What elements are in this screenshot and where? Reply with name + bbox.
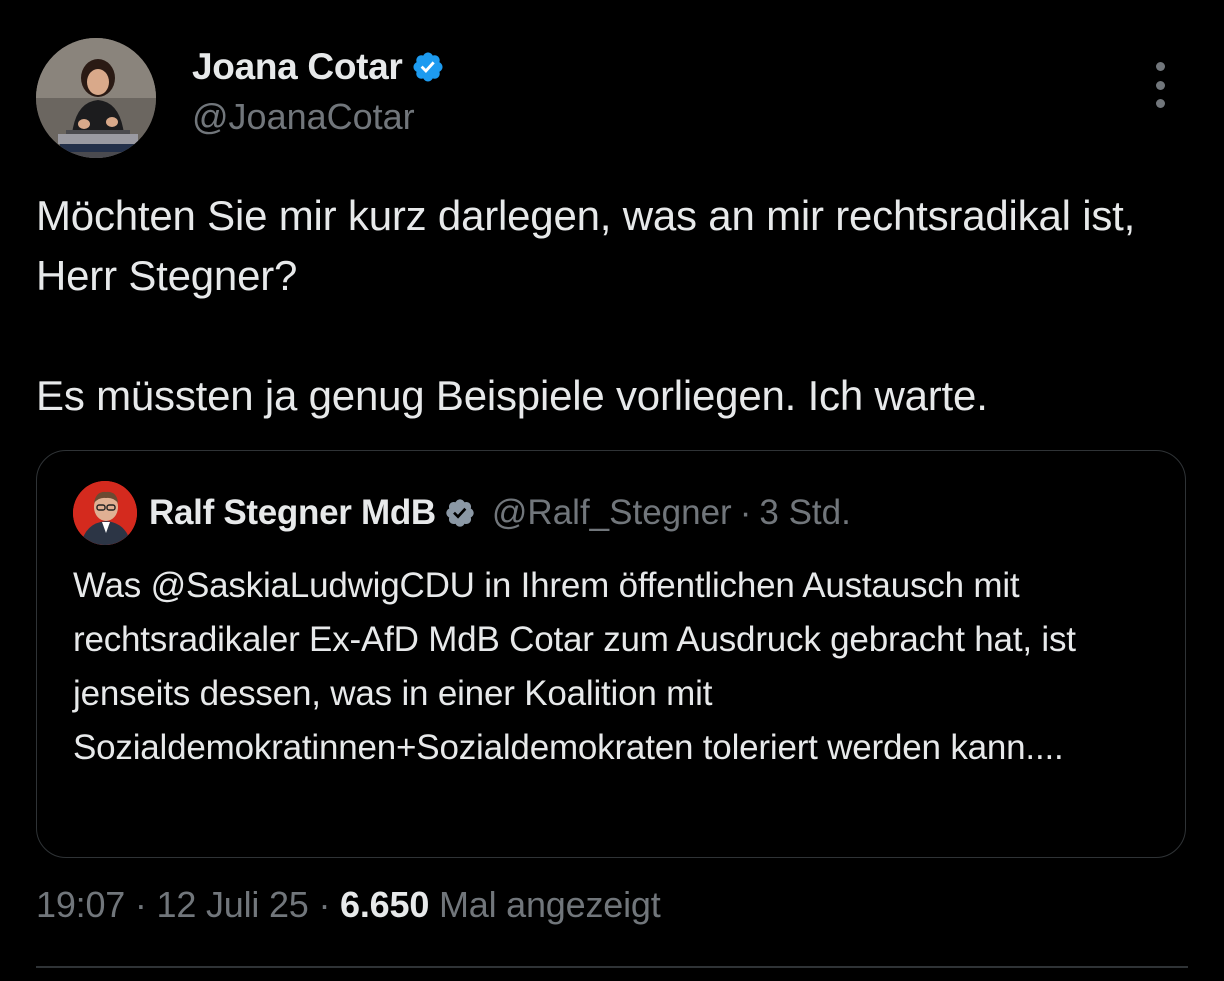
quoted-tweet-time[interactable]: 3 Std. [759, 493, 850, 533]
quoted-author-avatar[interactable] [73, 481, 137, 545]
quoted-tweet-text: Was @SaskiaLudwigCDU in Ihrem öffentlich… [73, 566, 1076, 767]
tweet: Joana Cotar @JoanaCotar Möchten Sie mir … [0, 0, 1224, 981]
tweet-text: Möchten Sie mir kurz darlegen, was an mi… [36, 192, 1136, 419]
separator-dot: · [739, 493, 752, 532]
quoted-author-handle[interactable]: @Ralf_Stegner [492, 493, 732, 533]
quoted-tweet-header: Ralf Stegner MdB @Ralf_Stegner · 3 Std. [73, 481, 851, 545]
more-options-button[interactable] [1140, 62, 1180, 108]
tweet-time[interactable]: 19:07 [36, 884, 125, 925]
author-row: Joana Cotar @JoanaCotar [36, 38, 1188, 158]
more-dot-icon [1155, 80, 1165, 90]
divider [36, 966, 1188, 968]
author-names: Joana Cotar @JoanaCotar [192, 44, 445, 138]
views-label: Mal angezeigt [438, 884, 661, 925]
tweet-date[interactable]: 12 Juli 25 [157, 884, 309, 925]
separator-dot: · [134, 884, 147, 925]
more-dot-icon [1155, 62, 1165, 71]
separator-dot: · [318, 884, 331, 925]
author-avatar[interactable] [36, 38, 156, 158]
views-count[interactable]: 6.650 [340, 884, 429, 925]
author-display-name[interactable]: Joana Cotar [192, 46, 403, 88]
more-dot-icon [1155, 99, 1165, 108]
tweet-meta: 19:07 · 12 Juli 25 · 6.650 Mal angezeigt [36, 884, 661, 926]
author-handle[interactable]: @JoanaCotar [192, 96, 445, 138]
verified-check-icon[interactable] [411, 50, 445, 84]
verified-check-icon [444, 497, 476, 529]
quoted-author-display-name[interactable]: Ralf Stegner MdB [149, 493, 436, 533]
quoted-tweet-card[interactable]: Ralf Stegner MdB @Ralf_Stegner · 3 Std. … [36, 450, 1186, 858]
display-name-line: Joana Cotar [192, 44, 445, 90]
